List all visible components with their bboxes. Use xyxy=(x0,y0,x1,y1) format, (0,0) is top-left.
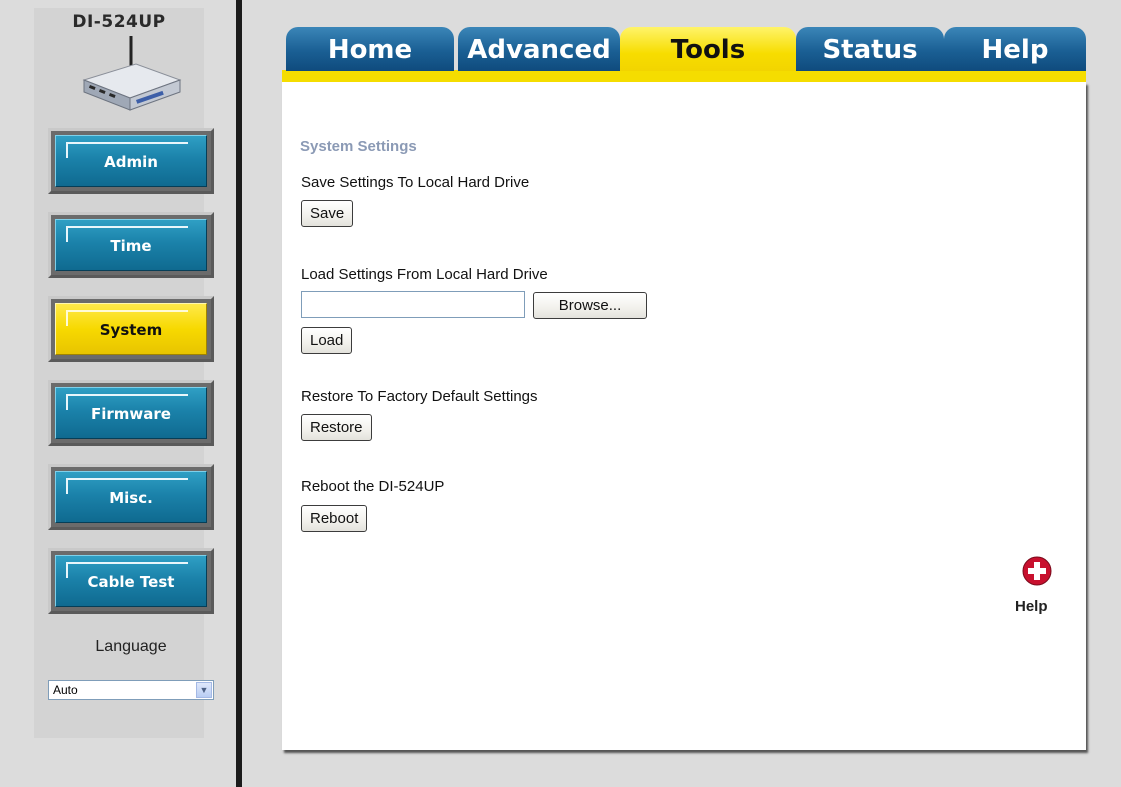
tab-home[interactable]: Home xyxy=(286,27,454,71)
sidebar-item-label: Cable Test xyxy=(87,573,175,591)
save-button[interactable]: Save xyxy=(301,200,354,227)
restore-defaults-label: Restore To Factory Default Settings xyxy=(301,388,538,405)
tab-advanced[interactable]: Advanced xyxy=(458,27,620,71)
restore-button[interactable]: Restore xyxy=(301,414,372,441)
help-link[interactable]: Help xyxy=(1015,598,1048,615)
language-label: Language xyxy=(95,638,167,655)
sidebar-item-label: Firmware xyxy=(91,405,171,423)
sidebar-item-label: System xyxy=(99,321,163,339)
sidebar: DI-524UP Admin Time System Firmware Misc… xyxy=(0,0,236,787)
tab-label: Home xyxy=(327,35,413,65)
sidebar-divider xyxy=(236,0,242,787)
language-select-value: Auto xyxy=(53,683,78,697)
tab-label: Tools xyxy=(670,35,746,65)
help-plus-icon[interactable] xyxy=(1022,556,1052,586)
sidebar-item-label: Time xyxy=(110,237,152,255)
tab-status[interactable]: Status xyxy=(796,27,944,71)
sidebar-panel xyxy=(34,8,204,738)
sidebar-item-admin[interactable]: Admin xyxy=(48,128,214,194)
chevron-down-icon[interactable]: ▼ xyxy=(196,682,212,698)
sidebar-item-cable-test[interactable]: Cable Test xyxy=(48,548,214,614)
load-settings-label: Load Settings From Local Hard Drive xyxy=(301,266,548,283)
file-path-input[interactable] xyxy=(301,291,525,318)
tab-tools[interactable]: Tools xyxy=(620,27,796,71)
sidebar-item-firmware[interactable]: Firmware xyxy=(48,380,214,446)
section-title: System Settings xyxy=(300,138,417,155)
language-select[interactable]: Auto ▼ xyxy=(48,680,214,700)
reboot-button[interactable]: Reboot xyxy=(301,505,368,532)
sidebar-item-misc[interactable]: Misc. xyxy=(48,464,214,530)
browse-button[interactable]: Browse... xyxy=(533,292,647,319)
sidebar-item-system[interactable]: System xyxy=(48,296,214,362)
content-panel: System Settings Save Settings To Local H… xyxy=(282,82,1086,750)
sidebar-item-label: Admin xyxy=(104,153,158,171)
model-title: DI-524UP xyxy=(72,12,166,32)
reboot-label: Reboot the DI-524UP xyxy=(301,478,445,495)
tab-label: Advanced xyxy=(467,35,611,65)
router-icon xyxy=(82,36,182,111)
sidebar-item-label: Misc. xyxy=(109,489,153,507)
tab-help[interactable]: Help xyxy=(944,27,1086,71)
load-button[interactable]: Load xyxy=(301,327,353,354)
tab-label: Help xyxy=(981,35,1049,65)
sidebar-item-time[interactable]: Time xyxy=(48,212,214,278)
save-settings-label: Save Settings To Local Hard Drive xyxy=(301,174,530,191)
tab-label: Status xyxy=(822,35,918,65)
